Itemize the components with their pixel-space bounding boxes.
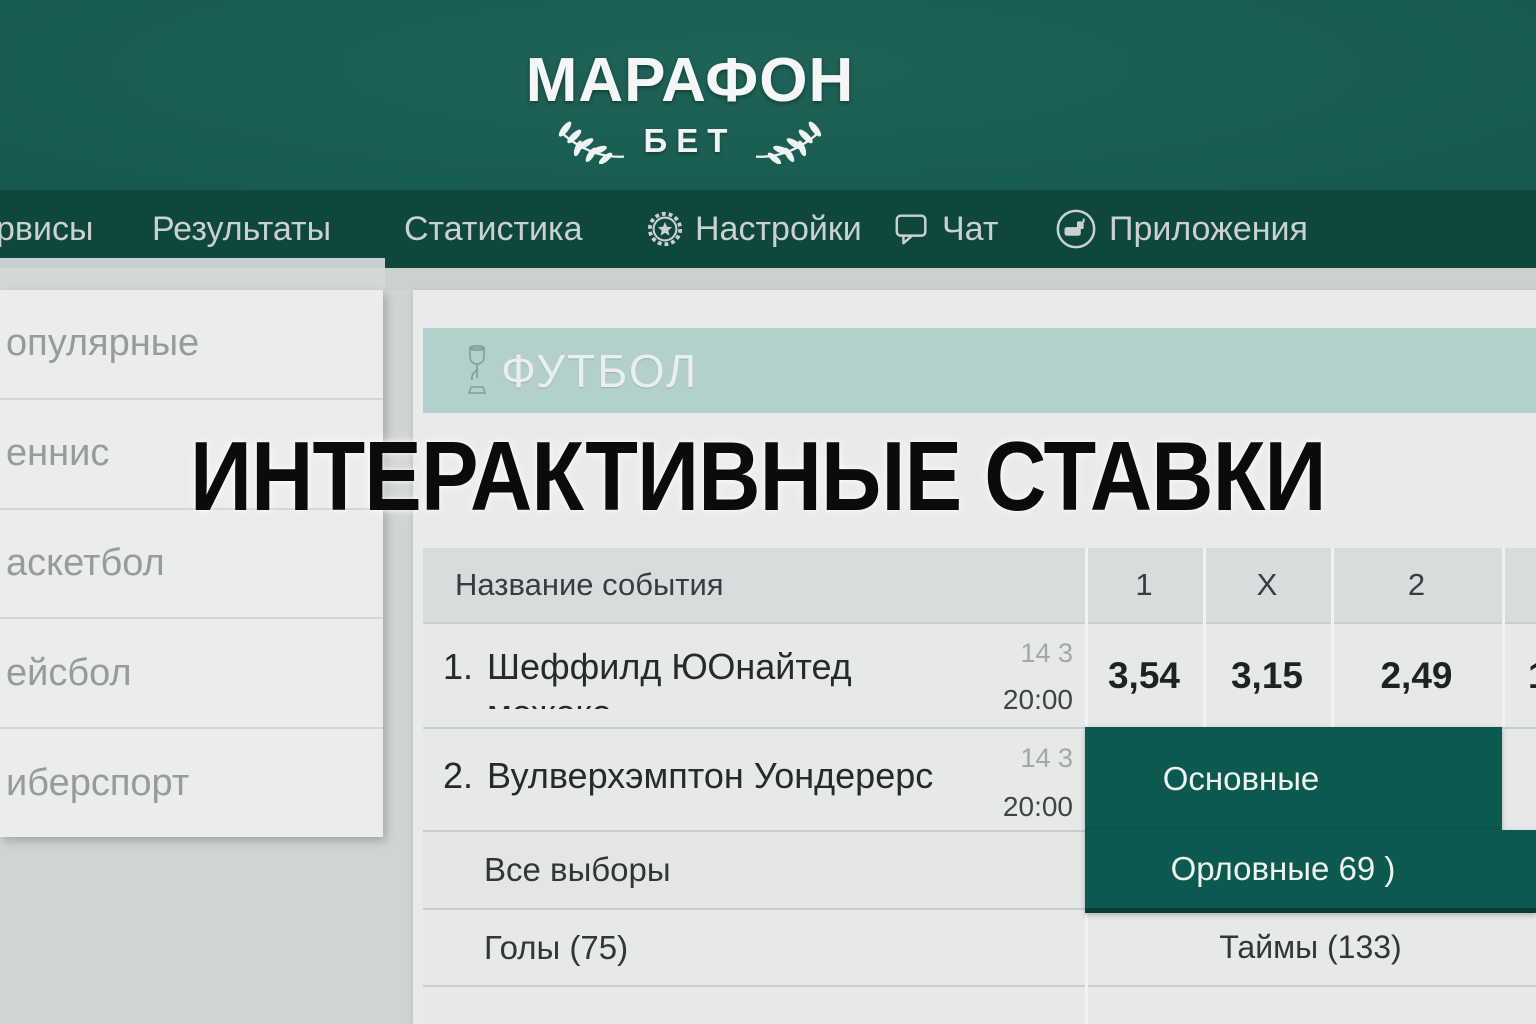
nav-item-settings-label: Настройки — [695, 210, 862, 249]
empty-row-partial — [423, 985, 1536, 1024]
laurel-left-icon — [550, 118, 628, 164]
marathonbet-screenshot: МАРАФОН БЕТ — [0, 0, 1536, 1024]
nav-item-results-label: Результаты — [152, 210, 331, 249]
sports-sidebar: опулярные еннис аскетбол ейсбол иберспор… — [0, 290, 383, 837]
markets-dropdown-primary[interactable]: Основные — [1085, 727, 1502, 830]
logo: МАРАФОН БЕТ — [340, 50, 1040, 164]
markets-dropdown-primary-label: Основные — [1163, 760, 1320, 798]
markets-dropdown-secondary[interactable]: Орловные 69 ) — [1085, 830, 1536, 913]
nav-item-statistics[interactable]: Статистика — [404, 190, 583, 268]
column-header-x: X — [1203, 548, 1331, 622]
nav-item-apps[interactable]: Приложения — [1054, 190, 1308, 268]
event-name: Шеффилд ЮОнайтед — [487, 646, 852, 688]
column-header-event-name: Название события — [455, 548, 724, 622]
column-divider — [1085, 548, 1088, 727]
markets-dropdown-secondary-label: Орловные 69 ) — [1171, 850, 1396, 888]
sidebar-item-esports-label: иберспорт — [6, 762, 189, 805]
column-header-1: 1 — [1085, 548, 1203, 622]
event-number: 2. — [443, 755, 473, 797]
market-tab-goals[interactable]: Голы (75) — [484, 910, 628, 985]
chat-icon — [893, 211, 931, 247]
logo-subtitle: БЕТ — [644, 122, 737, 160]
column-header-2: 2 — [1331, 548, 1502, 622]
header-separator-band-left — [0, 268, 385, 290]
column-divider — [1203, 548, 1206, 727]
event-date: 14 3 — [853, 743, 1073, 774]
nav-item-statistics-label: Статистика — [404, 210, 583, 249]
nav-item-services[interactable]: рвисы — [0, 190, 93, 268]
odds-cell-away[interactable]: 2,49 — [1331, 624, 1502, 727]
apps-icon — [1054, 207, 1098, 251]
trophy-icon — [463, 343, 491, 399]
sport-title: ФУТБОЛ — [501, 344, 698, 398]
logo-title: МАРАФОН — [340, 50, 1040, 112]
brand-header: МАРАФОН БЕТ — [0, 0, 1536, 190]
nav-item-apps-label: Приложения — [1109, 210, 1308, 249]
nav-item-results[interactable]: Результаты — [152, 190, 331, 268]
gear-icon — [646, 210, 684, 248]
overlay-title: ИНТЕРАКТИВНЫЕ СТАВКИ — [190, 427, 1326, 525]
main-nav: рвисы Результаты Статистика Настройки Ча… — [0, 190, 1536, 268]
sidebar-item-tennis-label: еннис — [6, 432, 109, 475]
event-row-1[interactable]: 1. Шеффилд ЮОнайтед можоко 14 3 20:00 3,… — [423, 622, 1536, 727]
all-selections-label: Все выборы — [484, 832, 671, 908]
sidebar-item-basketball-label: аскетбол — [6, 542, 165, 585]
event-date: 14 3 — [853, 638, 1073, 669]
odds-cell-home[interactable]: 3,54 — [1085, 624, 1203, 727]
event-time: 20:00 — [853, 684, 1073, 716]
odds-cell-draw[interactable]: 3,15 — [1203, 624, 1331, 727]
odds-cell-partial[interactable]: 1 — [1502, 624, 1536, 727]
nav-active-underline — [0, 258, 385, 268]
nav-item-services-label: рвисы — [0, 210, 93, 249]
sidebar-item-baseball-label: ейсбол — [6, 652, 132, 695]
column-divider — [1085, 908, 1088, 1024]
sidebar-item-popular-label: опулярные — [6, 322, 199, 365]
nav-item-chat[interactable]: Чат — [893, 190, 998, 268]
nav-item-chat-label: Чат — [942, 210, 998, 249]
nav-item-settings[interactable]: Настройки — [646, 190, 862, 268]
sport-section-header[interactable]: ФУТБОЛ — [423, 328, 1536, 413]
sidebar-item-popular[interactable]: опулярные — [0, 290, 383, 400]
laurel-right-icon — [752, 118, 830, 164]
table-header-row: Название события 1 X 2 — [423, 548, 1536, 622]
sidebar-item-esports[interactable]: иберспорт — [0, 729, 383, 837]
event-time: 20:00 — [853, 791, 1073, 823]
market-tab-halves[interactable]: Таймы (133) — [1085, 910, 1536, 985]
event-name-second-line-clipped: можоко — [487, 692, 612, 709]
column-divider — [1331, 548, 1334, 727]
sidebar-item-baseball[interactable]: ейсбол — [0, 619, 383, 729]
event-number: 1. — [443, 646, 473, 688]
market-tabs-row: Голы (75) Таймы (133) — [423, 908, 1536, 985]
column-divider — [1502, 548, 1505, 727]
